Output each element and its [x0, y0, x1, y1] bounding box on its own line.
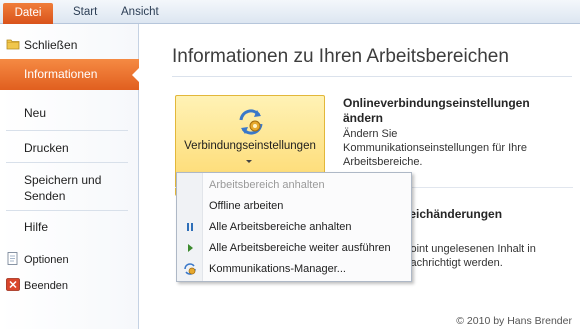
- nav-item-informationen[interactable]: Informationen: [0, 59, 140, 90]
- exit-icon: [6, 278, 20, 291]
- nav-item-label: Informationen: [24, 67, 98, 81]
- backstage-nav: Schließen Informationen Neu Drucken Spei…: [0, 24, 140, 329]
- menu-item-label: Alle Arbeitsbereiche anhalten: [209, 221, 352, 233]
- nav-item-neu[interactable]: Neu: [0, 105, 139, 121]
- nav-item-label: Hilfe: [24, 220, 49, 234]
- page-title: Informationen zu Ihren Arbeitsbereichen: [172, 46, 509, 67]
- nav-item-schliessen[interactable]: Schließen: [0, 37, 139, 53]
- menu-item-label: Kommunikations-Manager...: [209, 263, 346, 275]
- nav-item-hilfe[interactable]: Hilfe: [0, 219, 139, 235]
- menu-item-arbeitsbereich-anhalten[interactable]: Arbeitsbereich anhalten: [177, 175, 411, 195]
- nav-divider: [6, 162, 128, 163]
- nav-item-label: Speichern und Senden: [24, 173, 102, 203]
- menu-item-label: Arbeitsbereich anhalten: [209, 179, 325, 191]
- ribbon-tab-strip: Datei Start Ansicht: [0, 0, 580, 24]
- pause-icon: [187, 223, 193, 231]
- chevron-down-icon: [246, 160, 252, 163]
- connection-settings-dropdown: Arbeitsbereich anhalten Offline arbeiten…: [176, 172, 412, 282]
- nav-item-speichern-und-senden[interactable]: Speichern und Senden: [0, 172, 120, 204]
- communication-manager-icon: [184, 263, 196, 275]
- nav-item-label: Schließen: [24, 38, 78, 52]
- nav-item-label: Beenden: [24, 280, 69, 292]
- menu-item-label: Alle Arbeitsbereiche weiter ausführen: [209, 242, 391, 254]
- document-options-icon: [7, 252, 18, 265]
- sync-settings-icon: [239, 109, 263, 135]
- menu-item-alle-weiter-ausfuehren[interactable]: Alle Arbeitsbereiche weiter ausführen: [177, 238, 411, 258]
- tab-datei[interactable]: Datei: [3, 3, 53, 24]
- nav-item-optionen[interactable]: Optionen: [0, 252, 139, 268]
- nav-item-beenden[interactable]: Beenden: [0, 278, 139, 294]
- connection-settings-label: Verbindungseinstellungen: [184, 140, 316, 152]
- tab-start[interactable]: Start: [73, 3, 97, 24]
- menu-item-alle-anhalten[interactable]: Alle Arbeitsbereiche anhalten: [177, 217, 411, 237]
- play-icon: [188, 244, 193, 252]
- tab-ansicht[interactable]: Ansicht: [121, 3, 159, 24]
- copyright-text: © 2010 by Hans Brender: [456, 315, 572, 327]
- menu-item-kommunikations-manager[interactable]: Kommunikations-Manager...: [177, 259, 411, 279]
- nav-divider: [6, 210, 128, 211]
- nav-item-label: Drucken: [24, 141, 69, 155]
- nav-item-label: Optionen: [24, 254, 69, 266]
- nav-item-label: Neu: [24, 106, 47, 120]
- menu-item-offline-arbeiten[interactable]: Offline arbeiten: [177, 196, 411, 216]
- folder-close-icon: [6, 39, 20, 50]
- section-heading: ereichänderungen: [398, 207, 503, 221]
- nav-item-drucken[interactable]: Drucken: [0, 140, 139, 156]
- title-divider: [172, 76, 572, 77]
- nav-divider: [6, 130, 128, 131]
- section-heading: Onlineverbindungseinstellungen ändern: [343, 96, 530, 125]
- section-description: Ändern Sie Kommunikationseinstellungen f…: [343, 128, 528, 168]
- menu-item-label: Offline arbeiten: [209, 200, 284, 212]
